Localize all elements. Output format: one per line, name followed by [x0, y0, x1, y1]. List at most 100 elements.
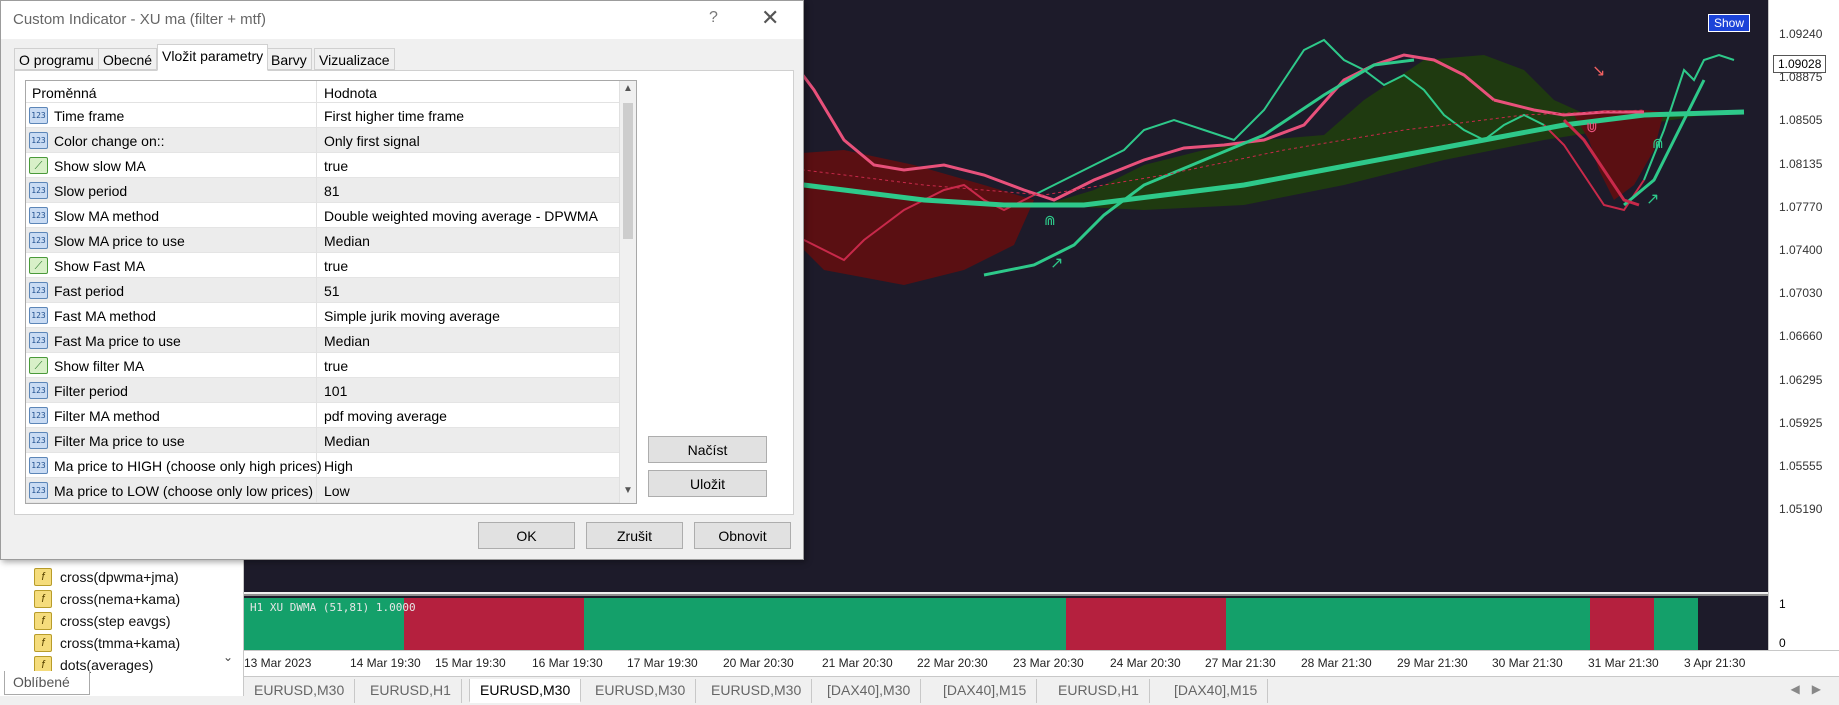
navigator-item[interactable]: f cross(step eavgs) [34, 610, 170, 632]
time-tick-label: 17 Mar 19:30 [627, 656, 698, 670]
parameter-row[interactable]: 123 Filter MA method pdf moving average [26, 403, 619, 428]
tab-visualization[interactable]: Vizualizace [314, 48, 395, 70]
parameter-row[interactable]: 123 Filter period 101 [26, 378, 619, 403]
parameter-value[interactable]: true [324, 358, 348, 374]
numeric-type-icon: 123 [29, 132, 48, 149]
close-icon[interactable]: ✕ [761, 5, 779, 31]
subwindow-title: H1 XU DWMA (51,81) 1.0000 [250, 601, 416, 614]
reset-button[interactable]: Obnovit [694, 522, 791, 549]
parameter-value[interactable]: High [324, 458, 353, 474]
symbol-tab[interactable]: EURUSD,H1 [1048, 679, 1150, 703]
scroll-thumb[interactable] [623, 103, 633, 239]
dialog-titlebar[interactable]: Custom Indicator - XU ma (filter + mtf) … [1, 1, 803, 39]
symbol-tab[interactable]: [DAX40],M30 [817, 679, 922, 703]
column-separator [316, 103, 317, 128]
scroll-up-icon[interactable]: ▲ [623, 83, 633, 94]
column-header-value[interactable]: Hodnota [324, 85, 377, 101]
navigator-item-label: cross(step eavgs) [60, 613, 171, 629]
parameter-row[interactable]: 123 Slow MA method Double weighted moving … [26, 203, 619, 228]
price-axis[interactable]: 1.09240 1.08875 1.08505 1.08135 1.07770 1.074… [1768, 0, 1839, 650]
load-button[interactable]: Načíst [648, 436, 767, 463]
parameter-value[interactable]: 101 [324, 383, 347, 399]
column-header-variable[interactable]: Proměnná [32, 85, 97, 101]
show-button[interactable]: Show [1708, 14, 1751, 32]
parameter-row[interactable]: 123 Fast Ma price to use Median [26, 328, 619, 353]
navigator-item[interactable]: f cross(dpwma+jma) [34, 566, 179, 588]
parameter-value[interactable]: 81 [324, 183, 340, 199]
column-separator [316, 353, 317, 378]
parameter-row[interactable]: 123 Ma price to HIGH (choose only high pr… [26, 453, 619, 478]
histogram-bull-bar-4 [1654, 598, 1698, 650]
parameter-name: Color change on:: [54, 133, 165, 149]
parameter-value[interactable]: Double weighted moving average - DPWMA [324, 208, 598, 224]
symbol-tab[interactable]: EURUSD,M30 [244, 679, 356, 703]
column-separator [316, 303, 317, 328]
grid-scrollbar[interactable]: ▲ ▼ [619, 81, 636, 503]
parameter-row[interactable]: 123 Time frame First higher time frame [26, 103, 619, 128]
parameter-value[interactable]: Median [324, 233, 370, 249]
time-tick-label: 29 Mar 21:30 [1397, 656, 1468, 670]
parameter-value[interactable]: Median [324, 333, 370, 349]
chevron-down-icon[interactable]: ⌄ [223, 650, 233, 664]
parameter-row[interactable]: 123 Slow MA price to use Median [26, 228, 619, 253]
parameter-row[interactable]: ⟋ Show filter MA true [26, 353, 619, 378]
parameters-grid[interactable]: Proměnná Hodnota 123 Time frame First high… [25, 80, 637, 504]
tab-colors[interactable]: Barvy [266, 48, 312, 70]
tab-inputs[interactable]: Vložit parametry [157, 44, 269, 71]
time-axis[interactable]: 13 Mar 2023 14 Mar 19:30 15 Mar 19:30 16 Ma… [244, 650, 1839, 676]
favorites-tab[interactable]: Oblíbené [4, 671, 90, 695]
price-tick-label: 1.05190 [1779, 502, 1823, 517]
time-tick-label: 14 Mar 19:30 [350, 656, 421, 670]
tabs-scroll-arrows-icon[interactable]: ◀▶ [1791, 682, 1833, 696]
parameter-row[interactable]: 123 Slow period 81 [26, 178, 619, 203]
column-separator [316, 478, 317, 503]
numeric-type-icon: 123 [29, 207, 48, 224]
parameter-row[interactable]: 123 Ma price to LOW (choose only low pric… [26, 478, 619, 503]
parameter-row[interactable]: 123 Fast MA method Simple jurik moving ave… [26, 303, 619, 328]
parameter-value[interactable]: Median [324, 433, 370, 449]
sell-signal-icon: ⋓ [1586, 120, 1598, 136]
boolean-type-icon: ⟋ [29, 357, 48, 374]
numeric-type-icon: 123 [29, 432, 48, 449]
parameter-row[interactable]: ⟋ Show Fast MA true [26, 253, 619, 278]
symbol-tab[interactable]: EURUSD,M30 [469, 679, 582, 703]
parameter-value[interactable]: Only first signal [324, 133, 420, 149]
parameter-row[interactable]: ⟋ Show slow MA true [26, 153, 619, 178]
parameter-row[interactable]: 123 Fast period 51 [26, 278, 619, 303]
numeric-type-icon: 123 [29, 182, 48, 199]
subwindow-level-0: 0 [1779, 636, 1786, 650]
cancel-button[interactable]: Zrušit [586, 522, 683, 549]
time-tick-label: 27 Mar 21:30 [1205, 656, 1276, 670]
price-tick-label: 1.05555 [1779, 459, 1823, 473]
parameter-name: Show filter MA [54, 358, 145, 374]
parameter-value[interactable]: pdf moving average [324, 408, 447, 424]
navigator-item[interactable]: f cross(nema+kama) [34, 588, 180, 610]
time-tick-label: 16 Mar 19:30 [532, 656, 603, 670]
parameter-row[interactable]: 123 Filter Ma price to use Median [26, 428, 619, 453]
parameter-value[interactable]: 51 [324, 283, 340, 299]
numeric-type-icon: 123 [29, 382, 48, 399]
parameter-value[interactable]: First higher time frame [324, 108, 464, 124]
column-separator [316, 453, 317, 478]
parameter-value[interactable]: true [324, 158, 348, 174]
parameter-name: Ma price to LOW (choose only low prices) [54, 483, 314, 499]
parameter-value[interactable]: true [324, 258, 348, 274]
ok-button[interactable]: OK [478, 522, 575, 549]
symbol-tab[interactable]: EURUSD,M30 [585, 679, 697, 703]
symbol-tab[interactable]: [DAX40],M15 [933, 679, 1038, 703]
parameter-value[interactable]: Low [324, 483, 350, 499]
tab-about[interactable]: O programu [14, 48, 99, 70]
symbol-tab[interactable]: EURUSD,H1 [360, 679, 462, 703]
indicator-subwindow[interactable]: H1 XU DWMA (51,81) 1.0000 [244, 594, 1768, 650]
symbol-tab[interactable]: [DAX40],M15 [1164, 679, 1269, 703]
parameter-row[interactable]: 123 Color change on:: Only first signal [26, 128, 619, 153]
parameter-value[interactable]: Simple jurik moving average [324, 308, 500, 324]
save-button[interactable]: Uložit [648, 470, 767, 497]
help-button[interactable]: ? [709, 9, 718, 27]
scroll-down-icon[interactable]: ▼ [623, 485, 633, 496]
tab-general[interactable]: Obecné [98, 48, 158, 70]
column-separator [316, 178, 317, 203]
symbol-tab[interactable]: EURUSD,M30 [701, 679, 813, 703]
navigator-item[interactable]: f cross(tmma+kama) [34, 632, 180, 654]
numeric-type-icon: 123 [29, 457, 48, 474]
